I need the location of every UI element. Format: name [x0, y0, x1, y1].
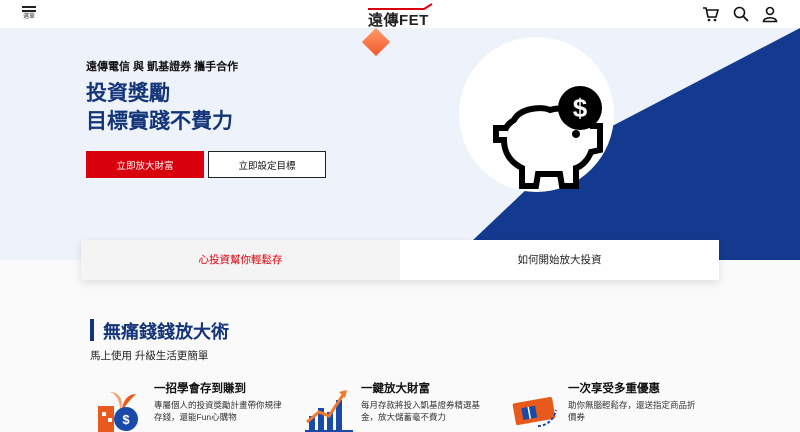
grow-wealth-button[interactable]: 立即放大財富	[86, 151, 204, 178]
feature-desc: 助你無腦輕鬆存，還送指定商品折價券	[568, 400, 696, 422]
tab-invest-save[interactable]: 心投資幫你輕鬆存	[81, 240, 400, 280]
hamburger-icon	[22, 6, 36, 8]
svg-text:$: $	[122, 412, 130, 427]
menu-label: 選單	[22, 14, 35, 20]
section-accent-bar	[90, 319, 94, 341]
feature-title: 一鍵放大財富	[361, 383, 430, 395]
feature-desc: 專屬個人的投資獎勵計畫帶你規律存錢，還能Fun心購物	[154, 400, 282, 422]
logo-text: 遠傳FET	[368, 12, 429, 29]
feature-title: 一次享受多重優惠	[568, 383, 660, 395]
headline-line-1: 投資獎勵	[86, 82, 170, 105]
money-plant-icon: $	[98, 392, 138, 432]
hero-headline: 投資獎勵 目標實踐不費力	[86, 80, 233, 136]
growth-chart-icon	[305, 390, 353, 432]
fet-logo[interactable]: 遠傳FET	[366, 3, 436, 29]
search-icon[interactable]	[732, 5, 750, 23]
feature-title: 一招學會存到賺到	[154, 383, 246, 395]
hero-banner: 遠傳電信 與 凱基證券 攜手合作 投資獎勵 目標實踐不費力 立即放大財富 立即設…	[0, 28, 800, 260]
piggy-bank-dollar-icon: $	[493, 86, 603, 189]
tab-how-to-start[interactable]: 如何開始放大投資	[400, 240, 719, 280]
set-goal-button[interactable]: 立即設定目標	[208, 151, 326, 178]
section-subtitle: 馬上使用 升級生活更簡單	[90, 350, 209, 362]
cart-icon[interactable]	[702, 5, 720, 23]
partner-line: 遠傳電信 與 凱基證券 攜手合作	[86, 61, 239, 73]
content-tabs: 心投資幫你輕鬆存 如何開始放大投資	[81, 240, 719, 280]
headline-line-2: 目標實踐不費力	[86, 110, 233, 133]
user-icon[interactable]	[761, 5, 779, 23]
menu-button[interactable]: 選單	[20, 6, 38, 24]
section-title: 無痛錢錢放大術	[103, 322, 229, 342]
features-section: 無痛錢錢放大術 馬上使用 升級生活更簡單 $ 一招學會存到賺到 專屬個人的投資獎…	[0, 260, 800, 432]
site-header: 選單 遠傳FET	[0, 0, 800, 29]
hamburger-icon-bar	[22, 10, 36, 12]
coupon-ticket-icon	[512, 397, 557, 427]
svg-text:$: $	[573, 93, 588, 123]
feature-desc: 每月存款將投入凱基證券精選基金，放大儲蓄毫不費力	[361, 400, 481, 422]
